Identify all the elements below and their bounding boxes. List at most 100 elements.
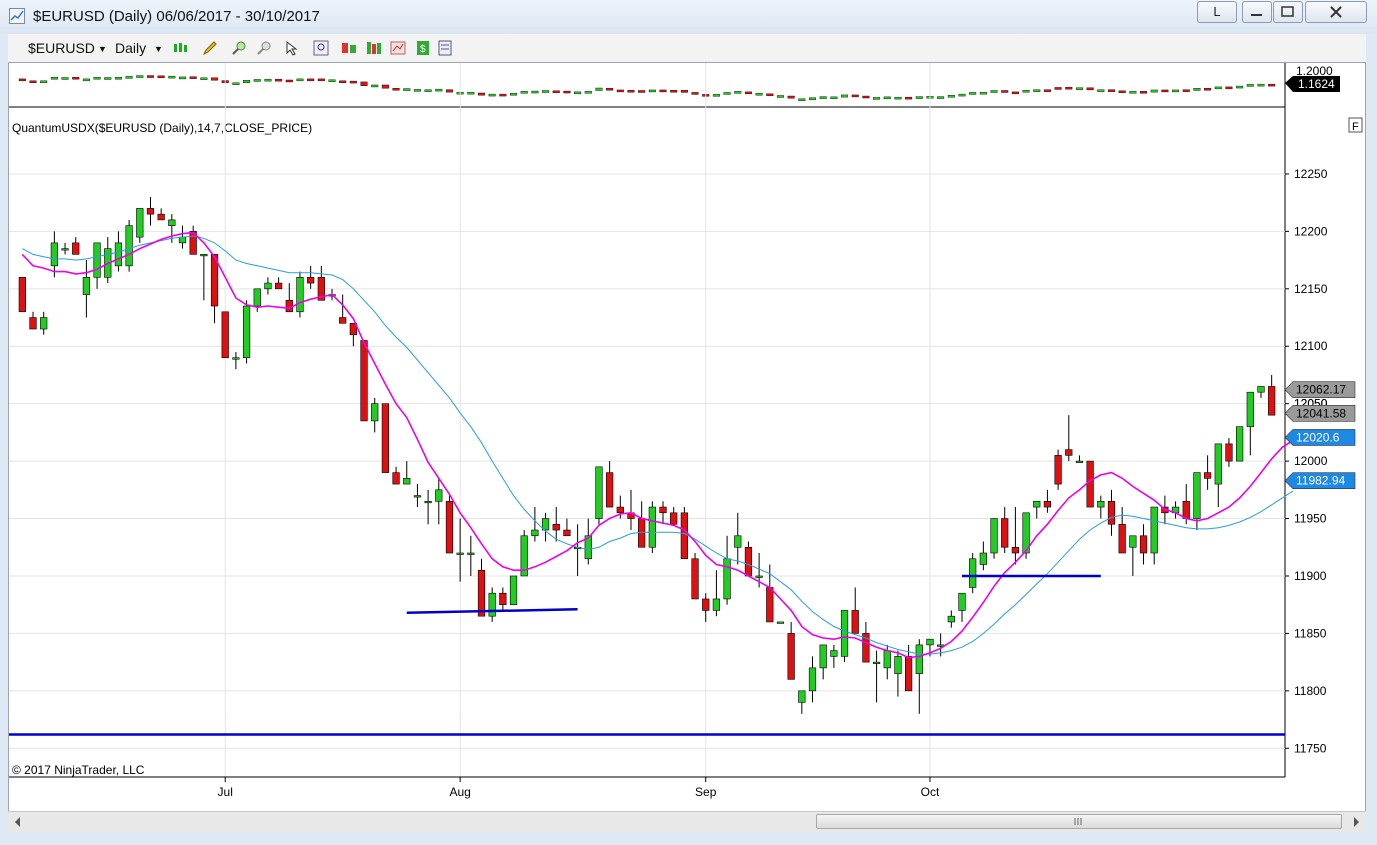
- price-bar: [1129, 91, 1137, 94]
- candle-body: [178, 236, 187, 244]
- candle-body: [723, 558, 731, 600]
- candle-body: [1193, 472, 1201, 519]
- maximize-button[interactable]: [1273, 1, 1303, 23]
- price-bar: [72, 77, 80, 80]
- y-tick-label: 11750: [1294, 741, 1327, 755]
- price-bar: [841, 94, 849, 98]
- f-button[interactable]: F: [1348, 117, 1363, 133]
- zoom-in-icon[interactable]: [231, 40, 247, 56]
- candle-body: [82, 277, 91, 295]
- price-bar: [616, 89, 624, 93]
- price-bar: [680, 90, 688, 93]
- strategies-icon[interactable]: [366, 40, 382, 56]
- price-bar: [937, 96, 945, 99]
- candle-body: [381, 403, 389, 473]
- magnifier-icon[interactable]: [313, 40, 329, 56]
- properties-icon[interactable]: [390, 40, 406, 56]
- candle-body: [488, 592, 496, 617]
- price-bar: [360, 81, 368, 86]
- price-bar: [232, 82, 240, 85]
- price-bar: [1011, 91, 1019, 95]
- y-tick-label: 12100: [1294, 339, 1328, 353]
- candle-body: [136, 208, 144, 238]
- interval-selector[interactable]: Daily: [115, 40, 146, 56]
- price-bar: [82, 78, 90, 82]
- price-bar: [1172, 89, 1180, 93]
- last-price-badge: 1.1624: [1285, 76, 1340, 92]
- support-lines: [9, 574, 1285, 736]
- price-bar: [894, 96, 902, 100]
- candle-body: [1225, 443, 1233, 462]
- indicators-icon[interactable]: [341, 40, 357, 56]
- candle-body: [1257, 386, 1265, 393]
- price-bar: [477, 92, 486, 96]
- candle-body: [990, 518, 998, 554]
- price-bar: [1075, 87, 1083, 90]
- horizontal-scrollbar[interactable]: [8, 811, 1366, 832]
- price-bar: [766, 93, 774, 97]
- scroll-left-button[interactable]: [8, 812, 28, 832]
- pencil-draw-icon[interactable]: [202, 40, 218, 56]
- price-panel: 1.2000 1.1624: [9, 63, 1340, 777]
- candle-body: [1246, 391, 1254, 427]
- candle-body: [445, 501, 454, 554]
- price-bar: [510, 93, 518, 96]
- price-bar: [712, 94, 720, 97]
- price-bar: [873, 97, 881, 100]
- candle-body: [787, 633, 795, 680]
- minimize-button[interactable]: [1242, 1, 1272, 23]
- price-bar: [670, 90, 678, 93]
- candle-body: [29, 317, 37, 330]
- price-bar: [403, 88, 411, 91]
- instrument-selector[interactable]: $EURUSD: [28, 40, 95, 56]
- candle-body: [274, 282, 283, 290]
- candle-body: [232, 357, 240, 360]
- pointer-icon[interactable]: [284, 40, 300, 56]
- candle-body: [435, 489, 443, 502]
- interval-dropdown-icon[interactable]: ▼: [154, 44, 163, 54]
- price-bar: [734, 91, 742, 94]
- candlestick-style-icon[interactable]: [172, 40, 188, 56]
- candle-body: [648, 506, 656, 548]
- price-bar: [136, 75, 144, 78]
- scroll-thumb[interactable]: [816, 814, 1342, 829]
- candle-body: [926, 638, 934, 646]
- data-box-icon[interactable]: $: [415, 40, 431, 56]
- instrument-dropdown-icon[interactable]: ▼: [98, 44, 107, 54]
- candle-body: [424, 501, 432, 504]
- candle-body: [168, 219, 176, 226]
- candle-body: [712, 598, 721, 611]
- scroll-right-button[interactable]: [1346, 812, 1366, 832]
- candle-body: [595, 466, 603, 519]
- candle-body: [969, 558, 977, 588]
- zoom-out-icon[interactable]: [256, 40, 272, 56]
- price-bar: [253, 79, 261, 82]
- candle-body: [1033, 501, 1041, 508]
- price-bar: [157, 75, 165, 79]
- price-bar: [125, 76, 133, 79]
- candle-body: [766, 587, 774, 623]
- candle-body: [1001, 518, 1009, 548]
- candle-body: [563, 529, 571, 537]
- candle-body: [744, 546, 753, 577]
- chart-canvas[interactable]: 1.2000 1.1624 QuantumUSDX($EURUSD (Daily…: [9, 63, 1365, 813]
- link-button[interactable]: L: [1197, 1, 1237, 23]
- chart-area[interactable]: 1.2000 1.1624 QuantumUSDX($EURUSD (Daily…: [8, 62, 1366, 814]
- price-bar: [488, 93, 496, 97]
- candle-body: [1268, 386, 1276, 416]
- chevron-left-icon: [15, 817, 20, 827]
- price-bar: [264, 78, 272, 82]
- chart-trader-icon[interactable]: [437, 40, 453, 56]
- price-bar: [830, 96, 838, 100]
- price-bar: [1193, 88, 1201, 91]
- close-button[interactable]: [1305, 1, 1367, 23]
- candle-body: [958, 592, 966, 611]
- candle-body: [125, 225, 133, 267]
- candle-body: [1139, 535, 1148, 554]
- price-bar: [969, 92, 977, 95]
- candle-body: [702, 598, 710, 611]
- candle-body: [606, 472, 614, 508]
- price-bar: [317, 78, 325, 82]
- candle-body: [776, 621, 785, 624]
- candle-body: [798, 690, 806, 703]
